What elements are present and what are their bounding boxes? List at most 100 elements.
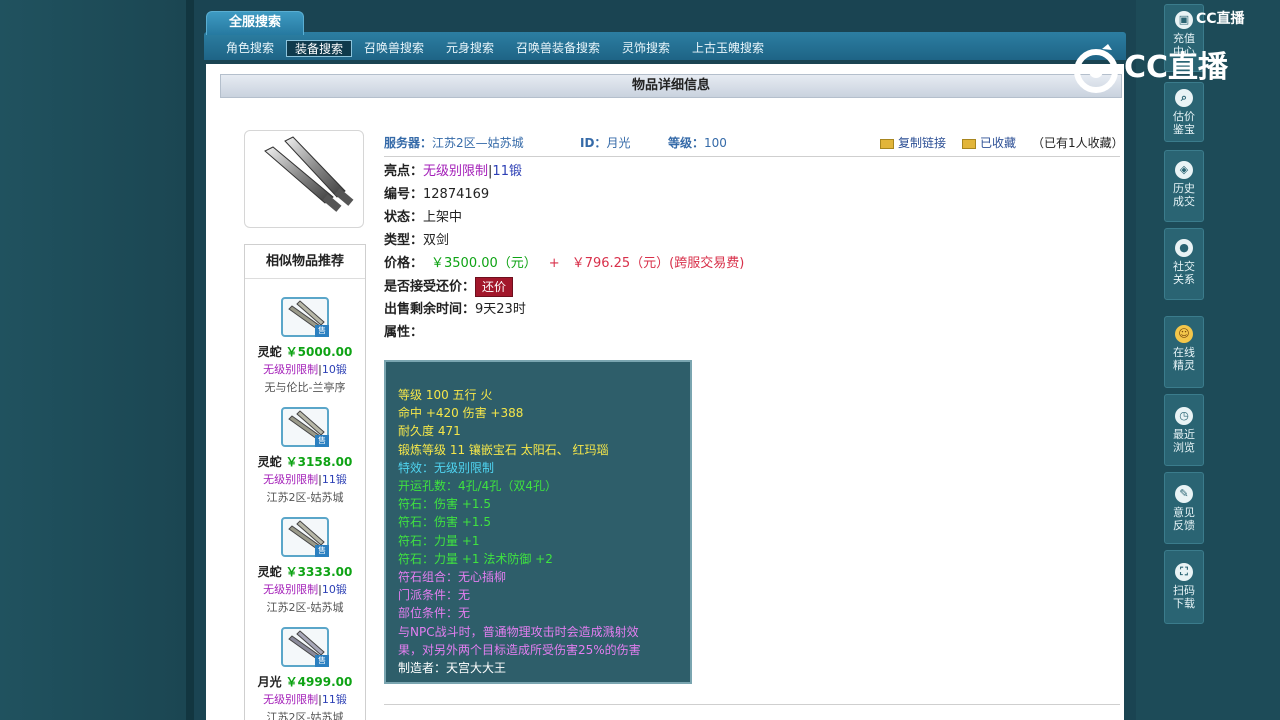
attribute-line: 门派条件：无: [398, 588, 471, 603]
similar-item-server: 江苏2区-姑苏城: [266, 711, 344, 720]
background-left: [0, 0, 186, 720]
sidebar-item-online-sprite[interactable]: ☺ 在线 精灵: [1164, 316, 1204, 388]
attribute-line: 符石：伤害 +1.5: [398, 497, 491, 512]
similar-item-forge: 10锻: [321, 363, 347, 376]
similar-item[interactable]: 售 月光 ￥4999.00 无级别限制|11锻 江苏2区-姑苏城: [245, 627, 365, 720]
similar-item-tag: 无级别限制: [263, 693, 319, 706]
similar-item-thumbnail[interactable]: 售: [281, 627, 329, 667]
similar-item-forge: 11锻: [321, 473, 347, 486]
background-left-edge: [186, 0, 194, 720]
folder-icon: [962, 138, 976, 149]
remaining-time-row: 出售剩余时间：9天23时: [384, 302, 526, 317]
similar-item-thumbnail[interactable]: 售: [281, 517, 329, 557]
on-sale-badge: 售: [315, 545, 329, 557]
similar-item-server: 无与伦比-兰亭序: [264, 381, 346, 394]
scan-icon: ⛶: [1175, 563, 1193, 581]
on-sale-badge: 售: [315, 325, 329, 337]
number-row: 编号：12874169: [384, 187, 490, 202]
similar-item[interactable]: 售 灵蛇 ￥3158.00 无级别限制|11锻 江苏2区-姑苏城: [245, 407, 365, 513]
tab-pet-search[interactable]: 召唤兽搜索: [356, 40, 432, 57]
tab-equipment-search[interactable]: 装备搜索: [286, 40, 353, 57]
item-price: ￥3500.00（元）: [431, 256, 537, 271]
sidebar-item-history[interactable]: ◈ 历史 成交: [1164, 150, 1204, 222]
similar-item-name: 灵蛇: [257, 565, 282, 579]
edit-icon: ✎: [1175, 485, 1193, 503]
tab-yuanshen-search[interactable]: 元身搜索: [438, 40, 502, 57]
counter-offer-button[interactable]: 还价: [475, 277, 514, 297]
id-label: ID：: [580, 136, 607, 150]
tab-global-search[interactable]: 全服搜索: [206, 11, 304, 35]
attribute-line: 耐久度 471: [398, 424, 461, 439]
item-number: 12874169: [423, 187, 490, 202]
similar-item-tag: 无级别限制: [263, 583, 319, 596]
sprite-icon: ☺: [1175, 325, 1193, 343]
server-line: 服务器：江苏2区—姑苏城 ID：月光 等级：100 复制链接 已收藏 （已有1人…: [384, 134, 1124, 152]
folder-icon: [880, 138, 894, 149]
on-sale-badge: 售: [315, 655, 329, 667]
attributes-row: 属性：: [384, 325, 424, 340]
similar-item-server: 江苏2区-姑苏城: [266, 601, 344, 614]
similar-item-price: ￥3158.00: [285, 455, 353, 469]
attribute-line: 特效：无级别限制: [398, 460, 495, 475]
similar-item-tag: 无级别限制: [263, 363, 319, 376]
attribute-line: 等级 100 五行 火: [398, 388, 493, 402]
cc-live-watermark: CC直播: [1072, 44, 1244, 94]
attribute-line: 部位条件：无: [398, 606, 471, 621]
background-right: [1136, 0, 1280, 720]
level-label: 等级：: [668, 136, 705, 150]
tab-accessory-search[interactable]: 灵饰搜索: [614, 40, 678, 57]
favorite-count: （已有1人收藏）: [1032, 136, 1124, 150]
on-sale-badge: 售: [315, 435, 329, 447]
attribute-line: 开运孔数：4孔/4孔（双4孔）: [398, 479, 557, 494]
main-frame: 角色搜索 装备搜索 召唤兽搜索 元身搜索 召唤兽装备搜索 灵饰搜索 上古玉魄搜索…: [194, 0, 1136, 720]
cc-live-watermark-small: CC直播: [1196, 11, 1245, 27]
attribute-line: 与NPC战斗时，普通物理攻击时会造成溅射效: [398, 624, 639, 639]
tab-jade-search[interactable]: 上古玉魄搜索: [684, 40, 772, 57]
similar-item-price: ￥3333.00: [285, 565, 353, 579]
similar-item[interactable]: 售 灵蛇 ￥3333.00 无级别限制|10锻 江苏2区-姑苏城: [245, 517, 365, 623]
sidebar-item-recent[interactable]: ◷ 最近 浏览: [1164, 394, 1204, 466]
sidebar-item-feedback[interactable]: ✎ 意见 反馈: [1164, 472, 1204, 544]
status-row: 状态：上架中: [384, 210, 463, 225]
item-image: [244, 130, 364, 228]
similar-item-tag: 无级别限制: [263, 473, 319, 486]
similar-item-price: ￥4999.00: [285, 675, 353, 689]
attribute-line: 符石：伤害 +1.5: [398, 515, 491, 530]
attribute-line: 果，对另外两个目标造成所受伤害25%的伤害: [398, 642, 641, 657]
attribute-line: 命中 +420 伤害 +388: [398, 406, 524, 421]
type-row: 类型：双剑: [384, 233, 450, 248]
tab-role-search[interactable]: 角色搜索: [218, 40, 282, 57]
dual-sword-icon: [264, 136, 354, 212]
divider: [384, 704, 1120, 705]
search-tab-bar: 角色搜索 装备搜索 召唤兽搜索 元身搜索 召唤兽装备搜索 灵饰搜索 上古玉魄搜索: [204, 32, 1126, 60]
copy-link-button[interactable]: 复制链接: [880, 134, 946, 151]
gift-icon: ▣: [1175, 11, 1193, 29]
similar-item-name: 灵蛇: [257, 345, 282, 359]
detail-title: 物品详细信息: [220, 74, 1122, 98]
users-icon: ●: [1175, 239, 1193, 257]
attribute-line: 符石：力量 +1 法术防御 +2: [398, 551, 553, 566]
favorite-button[interactable]: 已收藏: [962, 134, 1016, 151]
item-status: 上架中: [423, 210, 463, 225]
attribute-line: 制造者：天宫大大王: [398, 661, 507, 676]
similar-item-thumbnail[interactable]: 售: [281, 297, 329, 337]
divider: [384, 156, 1120, 157]
attributes-box: 等级 100 五行 火 命中 +420 伤害 +388 耐久度 471 锻炼等级…: [384, 360, 692, 684]
similar-item-thumbnail[interactable]: 售: [281, 407, 329, 447]
highlight-forge: 11锻: [492, 164, 522, 179]
cross-server-fee: ￥796.25（元）(跨服交易费): [571, 256, 745, 271]
similar-item[interactable]: 售 灵蛇 ￥5000.00 无级别限制|10锻 无与伦比-兰亭序: [245, 297, 365, 403]
level-value: 100: [704, 136, 727, 150]
attribute-line: 锻炼等级 11 镶嵌宝石 太阳石、 红玛瑙: [398, 442, 609, 457]
similar-items-title: 相似物品推荐: [245, 245, 365, 279]
tab-pet-equipment-search[interactable]: 召唤兽装备搜索: [508, 40, 608, 57]
similar-item-forge: 11锻: [321, 693, 347, 706]
sidebar-item-scan-download[interactable]: ⛶ 扫码 下载: [1164, 550, 1204, 624]
similar-items-panel: 相似物品推荐 售 灵蛇 ￥5000.00 无级别限制|10锻 无与伦比-兰亭序 售…: [244, 244, 366, 720]
remaining-time: 9天23时: [475, 302, 526, 317]
similar-item-price: ￥5000.00: [285, 345, 353, 359]
server-label: 服务器：: [384, 136, 433, 150]
similar-item-forge: 10锻: [321, 583, 347, 596]
similar-item-name: 灵蛇: [257, 455, 282, 469]
sidebar-item-social[interactable]: ● 社交 关系: [1164, 228, 1204, 300]
